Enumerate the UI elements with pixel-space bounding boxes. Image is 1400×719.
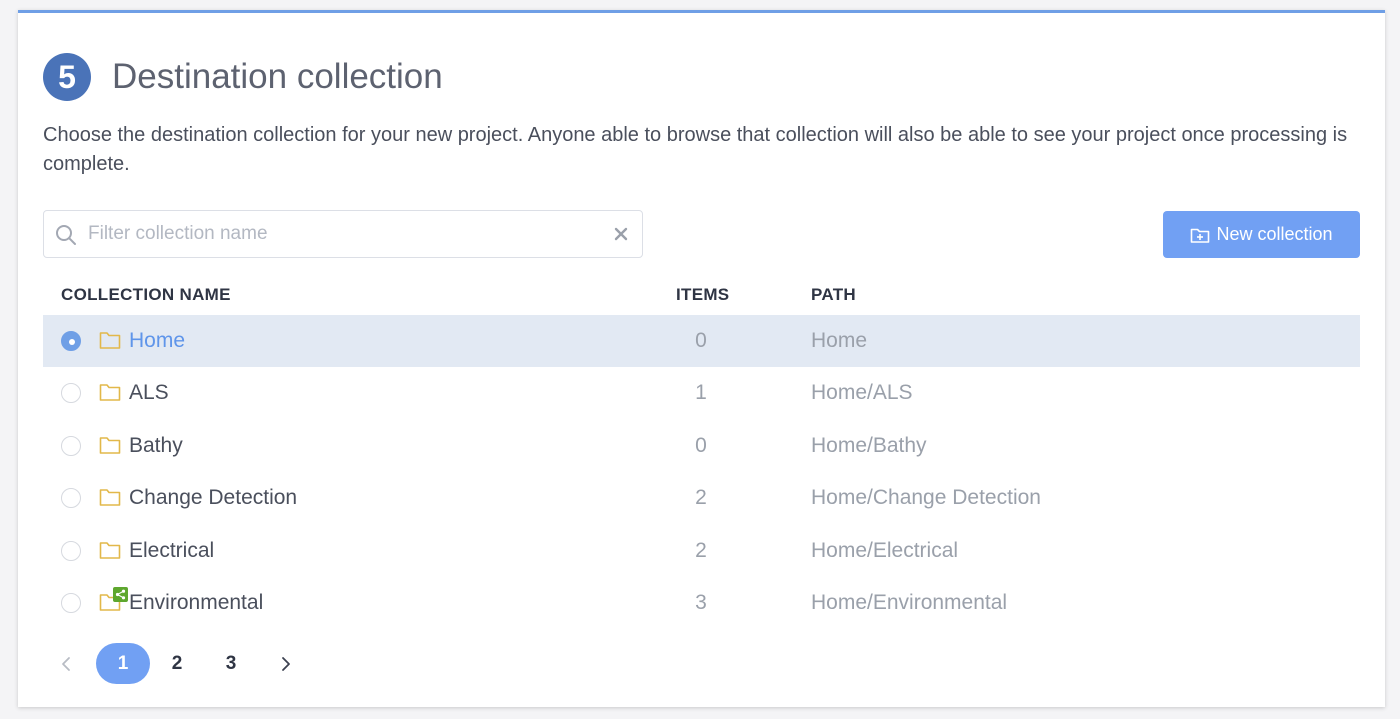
search-icon xyxy=(56,225,76,245)
page-1-button[interactable]: 1 xyxy=(96,643,150,684)
folder-icon xyxy=(99,332,121,349)
folder-icon xyxy=(99,384,121,402)
row-radio[interactable] xyxy=(61,383,81,404)
collection-path: Home/Bathy xyxy=(811,433,927,457)
chevron-left-icon[interactable] xyxy=(48,644,84,684)
search-box xyxy=(43,210,643,258)
pagination: 1 2 3 xyxy=(48,643,304,684)
row-radio[interactable] xyxy=(61,331,81,351)
collection-name[interactable]: Electrical xyxy=(129,539,214,563)
column-header-items[interactable]: ITEMS xyxy=(676,285,729,305)
folder-icon xyxy=(99,489,121,506)
collection-path: Home/Electrical xyxy=(811,538,959,562)
row-radio[interactable] xyxy=(61,592,81,613)
collection-name[interactable]: ALS xyxy=(129,381,169,405)
section-description: Choose the destination collection for yo… xyxy=(43,124,1348,175)
destination-collection-card: 5 Destination collection Choose the dest… xyxy=(18,10,1385,707)
collection-items: 0 xyxy=(695,329,707,352)
column-header-name[interactable]: COLLECTION NAME xyxy=(61,285,231,305)
collection-path: Home/Environmental xyxy=(811,590,1008,614)
collection-name[interactable]: Environmental xyxy=(129,591,263,615)
table-row[interactable]: Electrical 2 Home/Electrical xyxy=(43,525,1360,577)
step-number-badge: 5 xyxy=(43,53,91,101)
collection-path: Home/Change Detection xyxy=(811,486,1041,510)
filter-collection-input[interactable] xyxy=(88,211,598,257)
collection-items: 1 xyxy=(695,381,707,405)
collection-items: 0 xyxy=(695,433,707,457)
collection-path: Home/ALS xyxy=(811,381,913,405)
chevron-right-icon[interactable] xyxy=(268,644,304,684)
table-header: COLLECTION NAME ITEMS PATH xyxy=(43,275,1360,315)
row-radio[interactable] xyxy=(61,435,81,456)
new-collection-label: New collection xyxy=(1216,224,1333,244)
share-icon xyxy=(113,586,128,602)
table-row[interactable]: Bathy 0 Home/Bathy xyxy=(43,420,1360,472)
collection-name[interactable]: Home xyxy=(129,329,185,353)
table-row[interactable]: Change Detection 2 Home/Change Detection xyxy=(43,472,1360,524)
collection-name[interactable]: Change Detection xyxy=(129,486,297,510)
table-row[interactable]: ALS 1 Home/ALS xyxy=(43,367,1360,419)
collection-path: Home xyxy=(811,329,868,352)
collection-name[interactable]: Bathy xyxy=(129,434,183,458)
new-collection-button[interactable]: New collection xyxy=(1163,211,1360,258)
folder-icon xyxy=(99,541,121,559)
collection-items: 2 xyxy=(695,538,707,562)
collections-table: COLLECTION NAME ITEMS PATH Home 0 Home A… xyxy=(43,275,1360,629)
page-3-button[interactable]: 3 xyxy=(204,643,258,684)
page-2-button[interactable]: 2 xyxy=(150,643,204,684)
row-radio[interactable] xyxy=(61,488,81,509)
collection-items: 3 xyxy=(695,590,707,614)
table-row[interactable]: Environmental 3 Home/Environmental xyxy=(43,577,1360,629)
close-icon[interactable] xyxy=(610,223,632,245)
folder-plus-icon xyxy=(1191,228,1210,243)
section-header: 5 Destination collection xyxy=(43,53,443,101)
collection-items: 2 xyxy=(695,486,707,510)
section-title: Destination collection xyxy=(112,57,443,96)
table-row[interactable]: Home 0 Home xyxy=(43,315,1360,368)
folder-icon xyxy=(99,436,121,454)
column-header-path[interactable]: PATH xyxy=(811,285,856,305)
row-radio[interactable] xyxy=(61,540,81,561)
